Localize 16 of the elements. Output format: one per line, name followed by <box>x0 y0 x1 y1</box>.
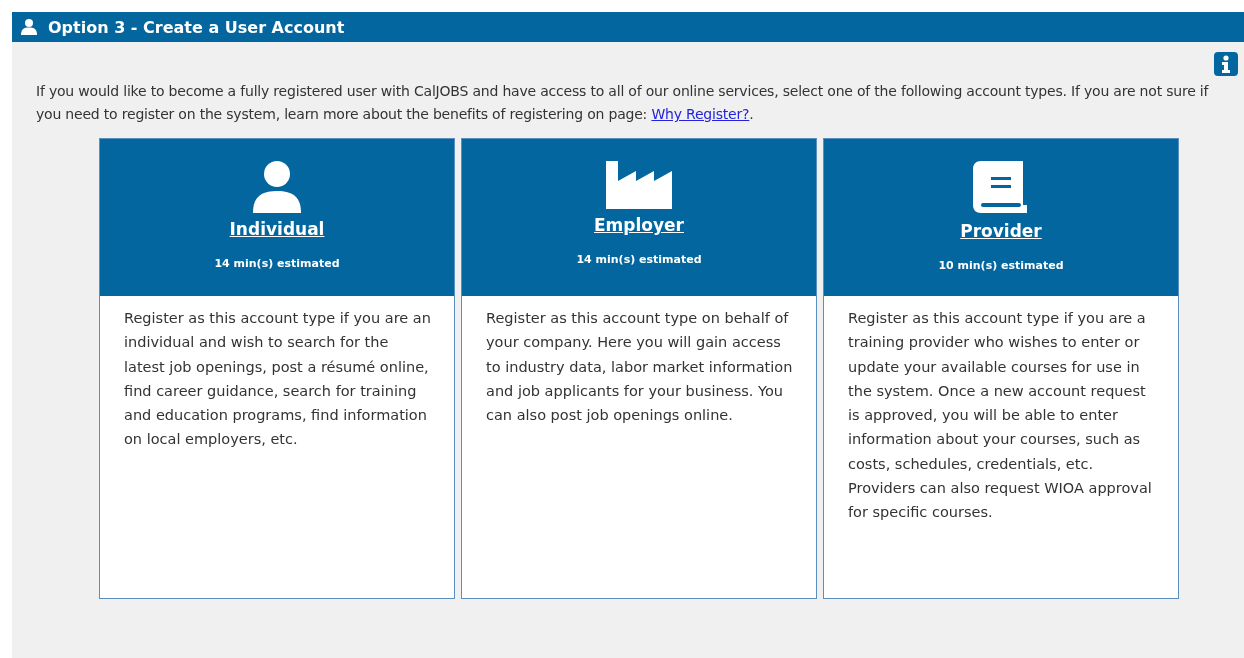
card-description: Register as this account type if you are a training provider who wishes to enter or update your available courses for use in the system. Once a new account request is approved, you will be able to enter information about your courses, such as costs, schedules, credentials, etc. Providers can also request WIOA approval for specific courses. <box>847 309 1153 523</box>
account-type-link[interactable]: Individual <box>229 219 325 239</box>
card-description: Register as this account type on behalf of your company. Here you will gain access to industry data, labor market information and job applicants for your business. You can also post job openings online. <box>485 309 794 426</box>
intro-paragraph: If you would like to become a fully registered user with CalJOBS and have access to all of our online services, select one of the following account types. If you are not sure if you need to register on the system, learn more about the benefits of registering on page: Why Register?. <box>36 82 1210 124</box>
account-type-link[interactable]: Employer <box>594 215 684 235</box>
card-description: Register as this account type if you are an individual and wish to search for the latest job openings, post a résumé online, find career guidance, search for training and education programs, find information on local employers, etc. <box>123 309 432 450</box>
info-icon[interactable] <box>1214 52 1238 76</box>
section-title: Option 3 - Create a User Account <box>48 17 345 37</box>
book-icon <box>973 161 1029 215</box>
time-estimate: 10 min(s) estimated <box>938 259 1064 272</box>
factory-icon <box>606 161 672 209</box>
why-register-link[interactable]: Why Register? <box>651 106 750 122</box>
time-estimate: 14 min(s) estimated <box>214 257 340 270</box>
time-estimate: 14 min(s) estimated <box>576 253 702 266</box>
account-type-link[interactable]: Provider <box>960 221 1042 241</box>
user-icon <box>20 19 38 35</box>
